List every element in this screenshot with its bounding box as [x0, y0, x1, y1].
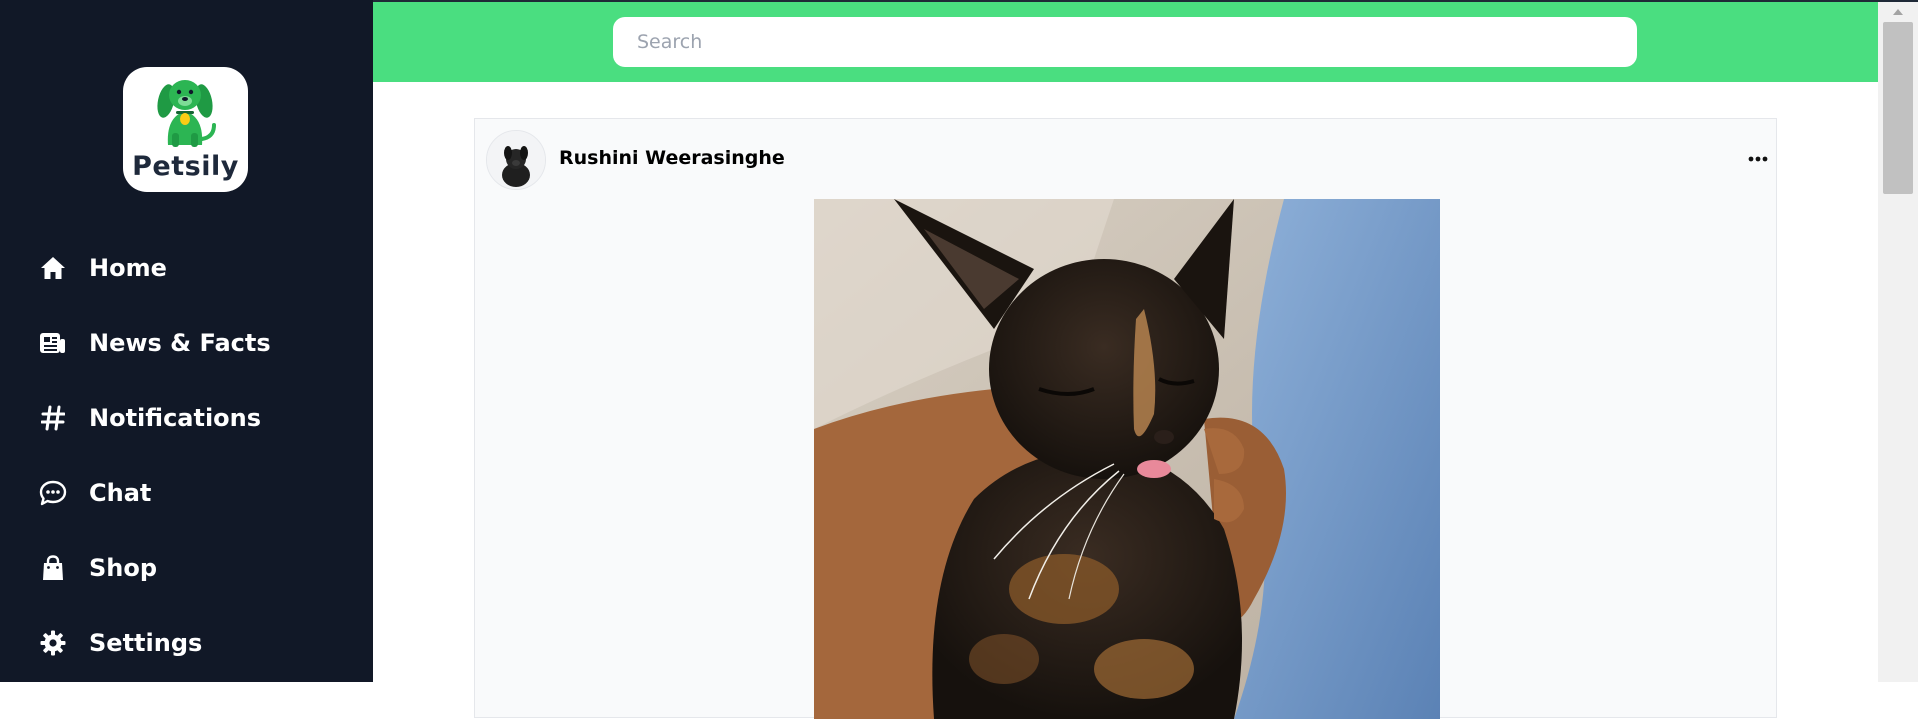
- home-icon: [38, 253, 68, 283]
- hashtag-icon: [38, 403, 68, 433]
- top-header: [373, 2, 1878, 82]
- newspaper-icon: [38, 328, 68, 358]
- sidebar: Petsily Home News & Facts Notifications …: [0, 0, 373, 682]
- sidebar-item-label: Home: [89, 254, 167, 282]
- sidebar-item-shop[interactable]: Shop: [0, 540, 373, 596]
- brand-name: Petsily: [132, 151, 239, 182]
- scrollbar-thumb[interactable]: [1883, 22, 1913, 194]
- post-card: Rushini Weerasinghe: [474, 118, 1777, 719]
- shopping-bag-icon: [38, 553, 68, 583]
- sidebar-item-label: News & Facts: [89, 329, 271, 357]
- sidebar-item-label: Notifications: [89, 404, 262, 432]
- post-image[interactable]: [814, 199, 1440, 719]
- sidebar-item-notifications[interactable]: Notifications: [0, 390, 373, 446]
- tortoiseshell-cat-photo: [814, 199, 1440, 719]
- sidebar-item-label: Settings: [89, 629, 203, 657]
- search-input[interactable]: [613, 17, 1637, 67]
- gear-icon: [38, 628, 68, 658]
- sidebar-item-home[interactable]: Home: [0, 240, 373, 296]
- sidebar-item-settings[interactable]: Settings: [0, 615, 373, 671]
- sidebar-item-news-facts[interactable]: News & Facts: [0, 315, 373, 371]
- author-avatar[interactable]: [486, 130, 546, 190]
- petsily-logo[interactable]: Petsily: [123, 67, 248, 192]
- chat-bubble-icon: [38, 478, 68, 508]
- sidebar-item-label: Chat: [89, 479, 152, 507]
- scroll-up-arrow-icon[interactable]: [1878, 2, 1918, 22]
- post-author-name[interactable]: Rushini Weerasinghe: [559, 147, 785, 169]
- more-horizontal-icon[interactable]: [1743, 144, 1773, 174]
- sidebar-item-chat[interactable]: Chat: [0, 465, 373, 521]
- user-avatar-dog-photo: [487, 131, 545, 189]
- dog-logo-icon: [157, 80, 216, 147]
- sidebar-item-label: Shop: [89, 554, 158, 582]
